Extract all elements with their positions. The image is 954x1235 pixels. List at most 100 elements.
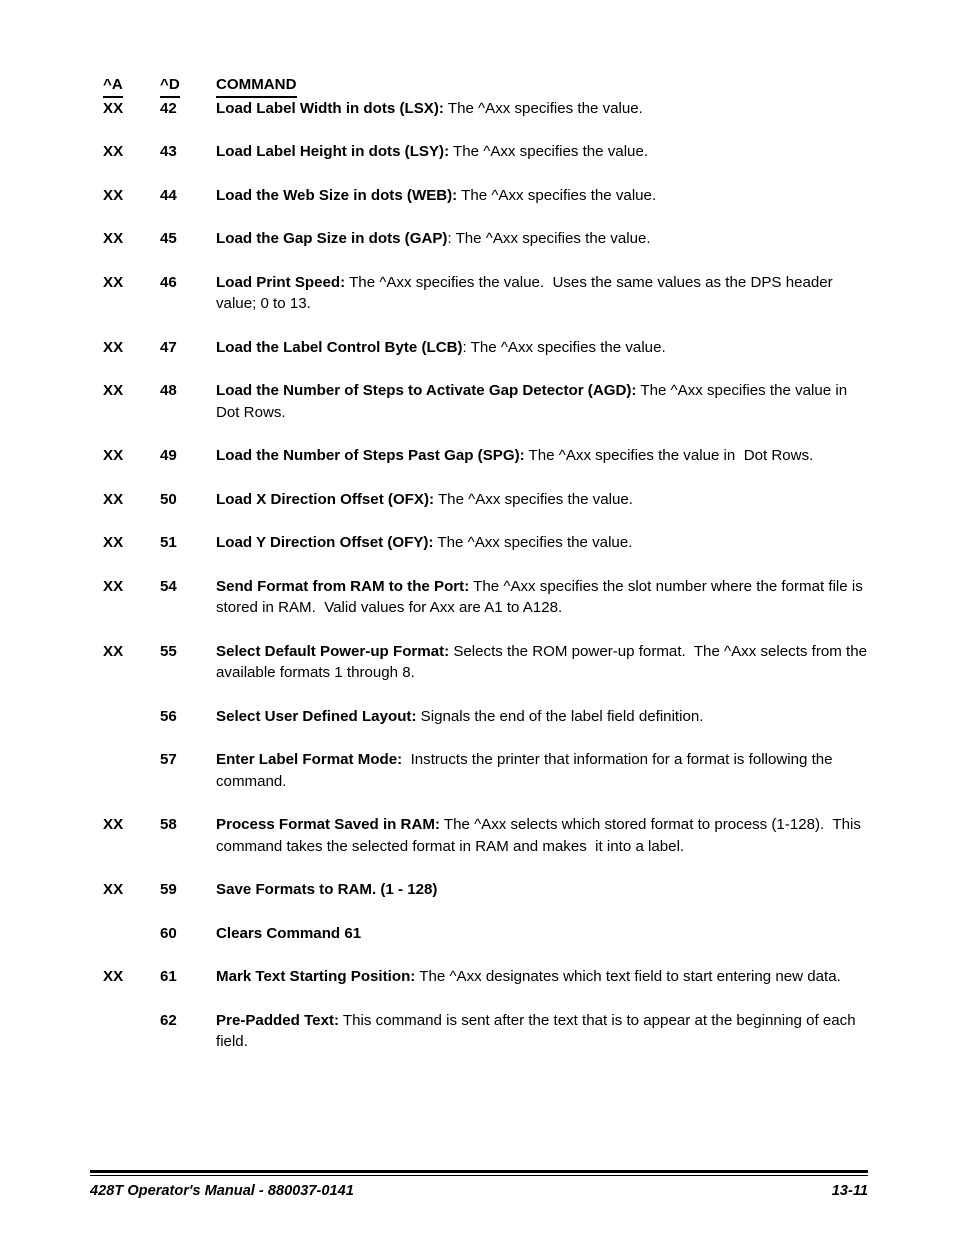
cell-control-a: XX	[103, 338, 124, 356]
command-text: Enter Label Format Mode: Instructs the p…	[216, 749, 871, 792]
cell-command: Load the Number of Steps Past Gap (SPG):…	[216, 445, 871, 467]
command-text: Select User Defined Layout: Signals the …	[216, 706, 871, 728]
table-row: XX 51 Load Y Direction Offset (OFY): The ^…	[103, 532, 871, 554]
cell-command: Load the Web Size in dots (WEB): The ^Ax…	[216, 185, 871, 207]
command-text: Load Label Height in dots (LSY): The ^Ax…	[216, 141, 871, 163]
table-row: XX 46 Load Print Speed: The ^Axx specifies…	[103, 272, 871, 315]
cell-control-d: 45	[160, 230, 177, 247]
cell-control-a: XX	[103, 968, 124, 985]
command-description: : The ^Axx specifies the value.	[462, 338, 666, 356]
table-row: XX 58 Process Format Saved in RAM: The ^Ax…	[103, 814, 871, 857]
cell-command: Pre-Padded Text: This command is sent af…	[216, 1010, 871, 1053]
table-body: XX 42 Load Label Width in dots (LSX): The …	[103, 98, 871, 1053]
command-name: Pre-Padded Text:	[216, 1011, 340, 1029]
cell-control-d: 58	[160, 816, 177, 833]
cell-control-a: XX	[103, 230, 124, 247]
cell-control-d: 43	[160, 143, 177, 160]
table-row: 62 Pre-Padded Text: This command is sent …	[103, 1010, 871, 1053]
command-name: Select Default Power-up Format:	[216, 642, 450, 660]
command-name: Load Y Direction Offset (OFY):	[216, 534, 434, 551]
command-text: Load Print Speed: The ^Axx specifies the…	[216, 272, 871, 315]
table-row: XX 49 Load the Number of Steps Past Gap (S…	[103, 445, 871, 467]
cell-command: Load the Gap Size in dots (GAP): The ^Ax…	[216, 228, 871, 250]
command-name: Select User Defined Layout:	[216, 707, 417, 725]
command-text: Load X Direction Offset (OFX): The ^Axx …	[216, 489, 871, 511]
cell-control-a: XX	[103, 577, 124, 595]
command-name: Load Print Speed:	[216, 273, 346, 291]
command-description: The ^Axx designates which text field to …	[415, 968, 841, 985]
cell-command: Save Formats to RAM. (1 - 128)	[216, 879, 871, 901]
command-name: Enter Label Format Mode:	[216, 751, 403, 768]
cell-control-d: 49	[160, 447, 177, 464]
cell-control-d: 56	[160, 707, 177, 725]
command-description: The ^Axx specifies the value.	[434, 490, 633, 508]
cell-control-d: 42	[160, 99, 177, 117]
command-name: Send Format from RAM to the Port:	[216, 577, 470, 595]
command-text: Load Label Width in dots (LSX): The ^Axx…	[216, 98, 871, 120]
command-description: Signals the end of the label field defin…	[416, 707, 704, 725]
table-row: XX 61 Mark Text Starting Position: The ^Ax…	[103, 966, 871, 988]
command-reference-table: ^A ^D COMMAND XX 42 Load Label Width in do…	[103, 74, 871, 1053]
cell-control-a: XX	[103, 382, 124, 399]
cell-control-a: XX	[103, 186, 124, 204]
command-text: Process Format Saved in RAM: The ^Axx se…	[216, 814, 871, 857]
cell-control-d: 55	[160, 642, 177, 660]
cell-control-d: 47	[160, 338, 177, 356]
command-text: Pre-Padded Text: This command is sent af…	[216, 1010, 871, 1053]
cell-command: Select User Defined Layout: Signals the …	[216, 706, 871, 728]
table-row: XX 44 Load the Web Size in dots (WEB): The…	[103, 185, 871, 207]
table-row: 60 Clears Command 61	[103, 923, 871, 945]
cell-command: Process Format Saved in RAM: The ^Axx se…	[216, 814, 871, 857]
footer-rule-lower	[90, 1174, 868, 1176]
command-name: Load Label Width in dots (LSX):	[216, 99, 444, 117]
document-page: ^A ^D COMMAND XX 42 Load Label Width in do…	[0, 0, 954, 1235]
cell-control-a: XX	[103, 447, 124, 464]
command-name: Load the Label Control Byte (LCB)	[216, 338, 463, 356]
table-header-row: ^A ^D COMMAND	[103, 74, 871, 98]
cell-control-a: XX	[103, 642, 124, 660]
cell-control-a: XX	[103, 143, 124, 160]
table-row: XX 45 Load the Gap Size in dots (GAP): The…	[103, 228, 871, 250]
cell-control-d: 50	[160, 490, 177, 508]
cell-command: Load the Label Control Byte (LCB): The ^…	[216, 337, 871, 359]
command-description: The ^Axx specifies the value.	[457, 186, 657, 204]
cell-command: Mark Text Starting Position: The ^Axx de…	[216, 966, 871, 988]
command-text: Load the Number of Steps Past Gap (SPG):…	[216, 445, 871, 467]
command-name: Process Format Saved in RAM:	[216, 816, 440, 833]
cell-control-a: XX	[103, 490, 124, 508]
command-text: Mark Text Starting Position: The ^Axx de…	[216, 966, 871, 988]
command-text: Load Y Direction Offset (OFY): The ^Axx …	[216, 532, 871, 554]
page-footer: 428T Operator's Manual - 880037-0141 13-…	[90, 1170, 868, 1199]
cell-control-d: 46	[160, 273, 177, 291]
command-text: Save Formats to RAM. (1 - 128)	[216, 879, 871, 901]
command-name: Load the Number of Steps to Activate Gap…	[216, 382, 637, 399]
column-header-control-a: ^A	[103, 74, 160, 98]
command-description: The ^Axx specifies the value.	[443, 99, 643, 117]
command-description: The ^Axx specifies the value in Dot Rows…	[524, 447, 814, 464]
cell-control-a: XX	[103, 534, 124, 551]
page-number: 13-11	[831, 1182, 868, 1199]
cell-control-a: XX	[103, 881, 124, 898]
cell-command: Load the Number of Steps to Activate Gap…	[216, 380, 871, 423]
column-header-control-d: ^D	[160, 74, 216, 98]
cell-control-d: 48	[160, 382, 177, 399]
table-row: XX 54 Send Format from RAM to the Port: Th…	[103, 576, 871, 619]
cell-command: Load Print Speed: The ^Axx specifies the…	[216, 272, 871, 315]
command-name: Clears Command 61	[216, 924, 362, 942]
footer-content: 428T Operator's Manual - 880037-0141 13-…	[90, 1183, 868, 1199]
command-description: The ^Axx specifies the value.	[449, 143, 649, 160]
command-text: Select Default Power-up Format: Selects …	[216, 641, 871, 684]
command-text: Clears Command 61	[216, 923, 871, 945]
table-row: 57 Enter Label Format Mode: Instructs the…	[103, 749, 871, 792]
command-text: Load the Web Size in dots (WEB): The ^Ax…	[216, 185, 871, 207]
cell-command: Select Default Power-up Format: Selects …	[216, 641, 871, 684]
cell-control-a: XX	[103, 273, 124, 291]
table-row: XX 50 Load X Direction Offset (OFX): The ^…	[103, 489, 871, 511]
cell-control-d: 59	[160, 881, 177, 898]
table-row: XX 48 Load the Number of Steps to Activate…	[103, 380, 871, 423]
cell-control-d: 60	[160, 924, 177, 942]
cell-control-d: 54	[160, 577, 177, 595]
cell-control-a: XX	[103, 99, 124, 117]
command-name: Load the Gap Size in dots (GAP)	[216, 230, 448, 247]
cell-command: Load Label Height in dots (LSY): The ^Ax…	[216, 141, 871, 163]
